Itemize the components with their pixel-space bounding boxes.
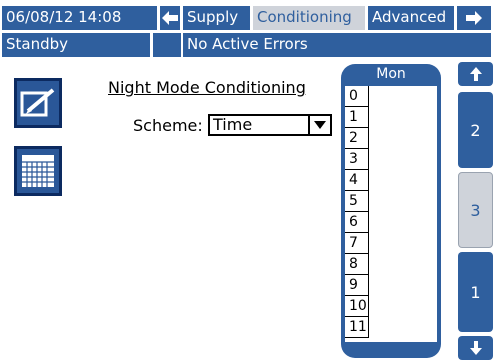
page-3-button[interactable]: 3: [458, 172, 493, 248]
error-status: No Active Errors: [183, 33, 491, 57]
top-bar: 06/08/12 14:08 Supply Conditioning Advan…: [0, 0, 493, 60]
system-status: Standby: [2, 33, 150, 57]
hour-row[interactable]: 8: [345, 254, 369, 275]
page-up-button[interactable]: [458, 62, 493, 86]
scheme-select[interactable]: Time: [208, 114, 332, 136]
next-tab-button[interactable]: [457, 6, 491, 30]
tab-supply[interactable]: Supply: [183, 6, 250, 30]
status-indicator: [153, 33, 181, 57]
edit-button[interactable]: [14, 78, 62, 128]
page-1-button[interactable]: 1: [458, 252, 493, 332]
hour-row[interactable]: 3: [345, 149, 369, 170]
datetime: 06/08/12 14:08: [2, 6, 157, 30]
hour-row[interactable]: 6: [345, 212, 369, 233]
calendar-button[interactable]: [14, 146, 62, 196]
hour-row[interactable]: 10: [345, 296, 369, 317]
arrow-up-icon: [469, 67, 482, 81]
scheme-dropdown-button[interactable]: [308, 116, 330, 134]
hour-row[interactable]: 0: [345, 86, 369, 107]
page-title: Night Mode Conditioning: [108, 78, 306, 97]
hour-row[interactable]: 11: [345, 317, 369, 338]
page-nav: 2 3 1: [456, 60, 493, 362]
hour-row[interactable]: 9: [345, 275, 369, 296]
hour-row[interactable]: 4: [345, 170, 369, 191]
hour-row[interactable]: 7: [345, 233, 369, 254]
page-down-button[interactable]: [458, 336, 493, 360]
schedule-panel: Mon 0 1 2 3 4 5 6 7 8 9 10 11: [341, 64, 441, 358]
calendar-icon: [22, 155, 54, 187]
dropdown-arrow-icon: [314, 121, 326, 129]
scheme-label: Scheme:: [133, 116, 203, 135]
hour-row[interactable]: 2: [345, 128, 369, 149]
arrow-down-icon: [469, 341, 482, 355]
hour-row[interactable]: 5: [345, 191, 369, 212]
edit-icon: [20, 88, 55, 117]
prev-tab-button[interactable]: [160, 6, 180, 30]
schedule-day: Mon: [376, 66, 406, 82]
hour-row[interactable]: 1: [345, 107, 369, 128]
scheme-value: Time: [213, 115, 253, 134]
tab-advanced[interactable]: Advanced: [368, 6, 454, 30]
arrow-left-icon: [162, 11, 178, 25]
arrow-right-icon: [466, 11, 482, 25]
page-2-button[interactable]: 2: [458, 92, 493, 168]
schedule-grid[interactable]: 0 1 2 3 4 5 6 7 8 9 10 11: [345, 86, 437, 342]
tab-conditioning[interactable]: Conditioning: [253, 6, 365, 30]
